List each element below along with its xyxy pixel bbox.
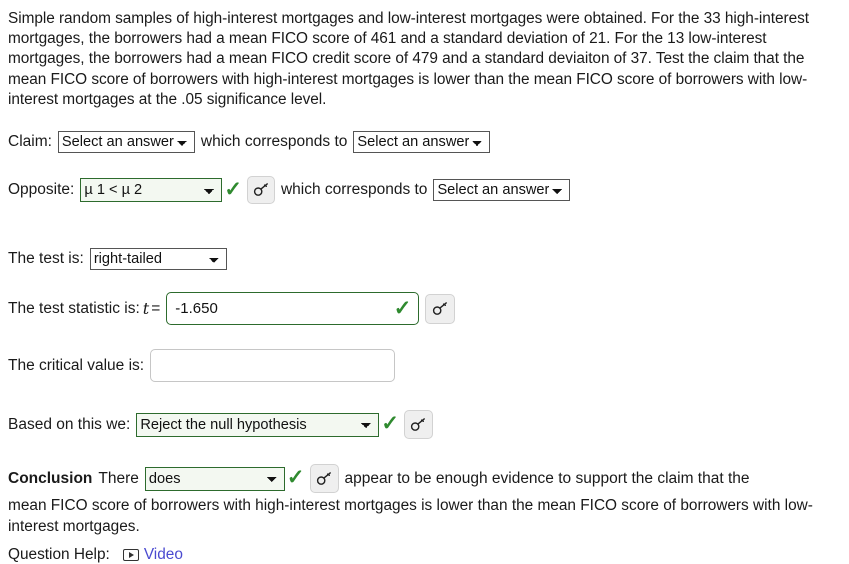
claim-row: Claim: Select an answer which correspond… — [8, 131, 491, 153]
video-link[interactable]: Video — [144, 546, 183, 564]
key-icon — [433, 301, 448, 315]
test-statistic-row: The test statistic is: t = ✓ — [8, 292, 456, 325]
question-help-row: Question Help: Video — [8, 546, 183, 564]
opposite-hypothesis-select[interactable]: µ 1 < µ 2 — [80, 178, 223, 202]
question-page: Simple random samples of high-interest m… — [0, 0, 849, 563]
test-type-select[interactable]: right-tailed — [89, 248, 227, 270]
test-type-label: The test is: — [8, 250, 84, 267]
decision-row: Based on this we: Reject the null hypoth… — [8, 410, 433, 439]
test-statistic-variable: t — [142, 299, 150, 318]
claim-label: Claim: — [8, 133, 52, 150]
check-icon: ✓ — [224, 177, 242, 201]
critical-value-label: The critical value is: — [8, 356, 145, 374]
key-icon-button-decision[interactable] — [403, 410, 433, 439]
decision-select[interactable]: Reject the null hypothesis — [136, 412, 380, 437]
conclusion-select[interactable]: does — [144, 466, 285, 491]
conclusion-heading: Conclusion — [8, 469, 93, 487]
test-type-row: The test is: right-tailed — [8, 248, 227, 270]
claim-correspondence-select[interactable]: Select an answer — [353, 131, 491, 153]
check-icon: ✓ — [286, 466, 305, 489]
opposite-connector-label: which corresponds to — [280, 181, 428, 198]
conclusion-after-label: appear to be enough evidence to support … — [344, 469, 750, 487]
claim-hypothesis-select[interactable]: Select an answer — [57, 131, 195, 153]
conclusion-lead-label: There — [98, 469, 139, 487]
conclusion-tail: mean FICO score of borrowers with high-i… — [8, 497, 813, 535]
critical-value-input[interactable] — [150, 349, 396, 382]
check-icon: ✓ — [381, 412, 399, 435]
opposite-label: Opposite: — [8, 181, 75, 198]
key-icon-button-test-statistic[interactable] — [425, 293, 456, 324]
opposite-correspondence-select[interactable]: Select an answer — [433, 179, 571, 201]
question-prompt: Simple random samples of high-interest m… — [8, 10, 809, 108]
key-icon — [411, 417, 426, 431]
question-help-label: Question Help: — [8, 546, 110, 563]
test-statistic-label: The test statistic is: — [8, 299, 140, 317]
opposite-row: Opposite: µ 1 < µ 2 ✓ which corresponds … — [8, 176, 571, 204]
play-video-icon[interactable] — [122, 549, 139, 561]
key-icon-button-opposite[interactable] — [246, 176, 275, 204]
critical-value-row: The critical value is: — [8, 349, 396, 382]
conclusion-row: Conclusion There does ✓ appear to be eno… — [8, 464, 750, 493]
key-icon — [316, 471, 331, 485]
check-icon: ✓ — [393, 296, 412, 320]
key-icon — [253, 183, 268, 196]
key-icon-button-conclusion[interactable] — [309, 464, 339, 493]
test-statistic-input[interactable] — [166, 292, 420, 325]
test-statistic-field-wrap: ✓ — [166, 292, 420, 325]
claim-connector-label: which corresponds to — [200, 133, 348, 150]
test-statistic-equals: = — [151, 299, 161, 317]
decision-label: Based on this we: — [8, 415, 131, 433]
